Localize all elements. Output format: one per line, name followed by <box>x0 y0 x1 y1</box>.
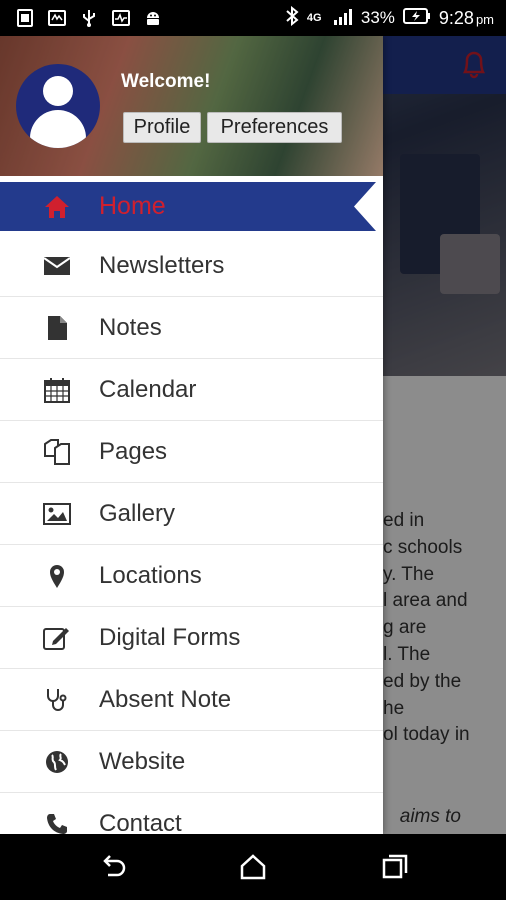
menu-item-contact[interactable]: Contact <box>0 793 383 834</box>
battery-percent: 33% <box>360 8 395 27</box>
menu-item-newsletters[interactable]: Newsletters <box>0 235 383 297</box>
menu-item-pages[interactable]: Pages <box>0 421 383 483</box>
menu-item-label: Digital Forms <box>99 623 241 651</box>
menu-item-label: Home <box>99 192 166 220</box>
battery-charging-icon <box>402 7 431 29</box>
menu-item-absent-note[interactable]: Absent Note <box>0 669 383 731</box>
system-nav-bar <box>0 834 506 900</box>
menu-item-label: Contact <box>99 809 182 835</box>
menu-item-label: Locations <box>99 561 202 589</box>
drawer-menu: Home Newsletters Notes Calendar Pages Ga… <box>0 182 383 834</box>
signal-icon <box>333 7 353 30</box>
preferences-button[interactable]: Preferences <box>207 112 342 143</box>
status-bar: 4G 33% 9:28 pm <box>0 0 506 36</box>
phone-icon <box>43 810 71 835</box>
network-type: 4G <box>306 11 322 24</box>
menu-item-label: Absent Note <box>99 685 232 713</box>
sim-card-icon <box>16 9 34 27</box>
calendar-icon <box>43 376 71 404</box>
menu-item-label: Notes <box>99 313 162 341</box>
activity-icon <box>112 9 130 27</box>
navigation-drawer: Welcome! Profile Preferences Home Newsle… <box>0 36 383 834</box>
menu-item-label: Newsletters <box>99 251 225 279</box>
menu-item-label: Pages <box>99 437 168 465</box>
menu-item-calendar[interactable]: Calendar <box>0 359 383 421</box>
back-icon[interactable] <box>98 852 128 882</box>
lte-icon <box>48 9 66 27</box>
stethoscope-icon <box>43 686 71 714</box>
copy-pages-icon <box>43 438 71 466</box>
menu-item-home[interactable]: Home <box>0 182 383 231</box>
envelope-icon <box>43 252 71 280</box>
edit-form-icon <box>43 624 71 652</box>
home-nav-icon[interactable] <box>238 852 268 882</box>
profile-button[interactable]: Profile <box>123 112 201 143</box>
clock: 9:28 pm <box>438 7 494 28</box>
drawer-header: Welcome! Profile Preferences <box>0 36 383 176</box>
menu-item-digital-forms[interactable]: Digital Forms <box>0 607 383 669</box>
menu-item-label: Gallery <box>99 499 176 527</box>
globe-icon <box>43 748 71 776</box>
bluetooth-icon <box>285 5 299 31</box>
image-icon <box>43 500 71 528</box>
usb-icon <box>80 9 98 27</box>
menu-item-website[interactable]: Website <box>0 731 383 793</box>
avatar[interactable] <box>16 64 100 148</box>
menu-item-notes[interactable]: Notes <box>0 297 383 359</box>
map-pin-icon <box>43 562 71 590</box>
welcome-text: Welcome! <box>121 71 211 92</box>
home-icon <box>43 193 71 221</box>
android-icon <box>144 9 162 27</box>
menu-item-label: Calendar <box>99 375 197 403</box>
recents-icon[interactable] <box>380 852 410 882</box>
menu-item-gallery[interactable]: Gallery <box>0 483 383 545</box>
document-icon <box>43 314 71 342</box>
menu-item-label: Website <box>99 747 186 775</box>
menu-item-locations[interactable]: Locations <box>0 545 383 607</box>
